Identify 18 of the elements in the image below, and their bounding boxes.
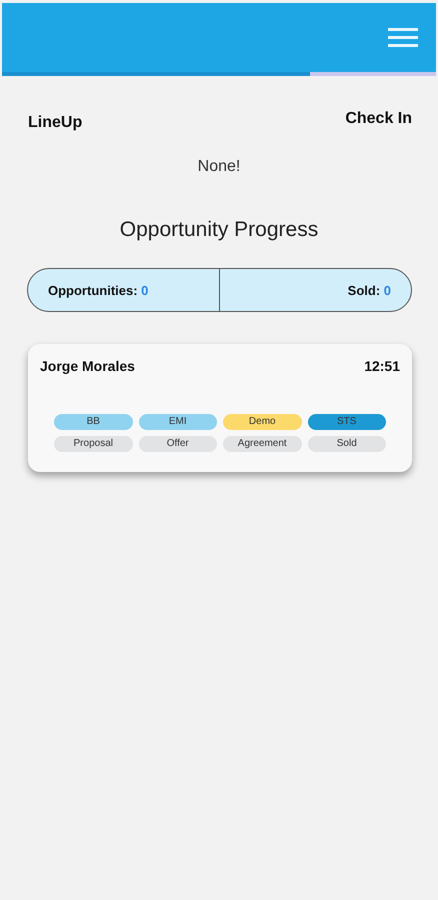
step-tag: Sold (308, 436, 386, 452)
time-label: 12:51 (364, 358, 400, 374)
menu-icon[interactable] (388, 28, 418, 48)
stage-tag: EMI (138, 414, 217, 430)
stage-tag: STS (308, 414, 386, 430)
lineup-link[interactable]: LineUp (28, 114, 82, 132)
stage-tag: BB (54, 414, 132, 430)
section-title: Opportunity Progress (118, 218, 320, 242)
step-tag: Proposal (54, 436, 132, 452)
empty-message: None! (196, 158, 242, 176)
stage-tag: Demo (223, 414, 302, 430)
opportunities-count: Opportunities: 0 (48, 282, 148, 298)
sold-count: Sold: 0 (348, 282, 391, 298)
step-tag: Agreement (223, 436, 302, 452)
customer-name: Jorge Morales (40, 358, 135, 374)
check-in-link[interactable]: Check In (345, 110, 412, 128)
opportunity-card[interactable]: Jorge Morales 12:51 BB EMI Demo STS Proposal Offer Agreement Sold (28, 344, 412, 472)
step-tag: Offer (138, 436, 217, 452)
